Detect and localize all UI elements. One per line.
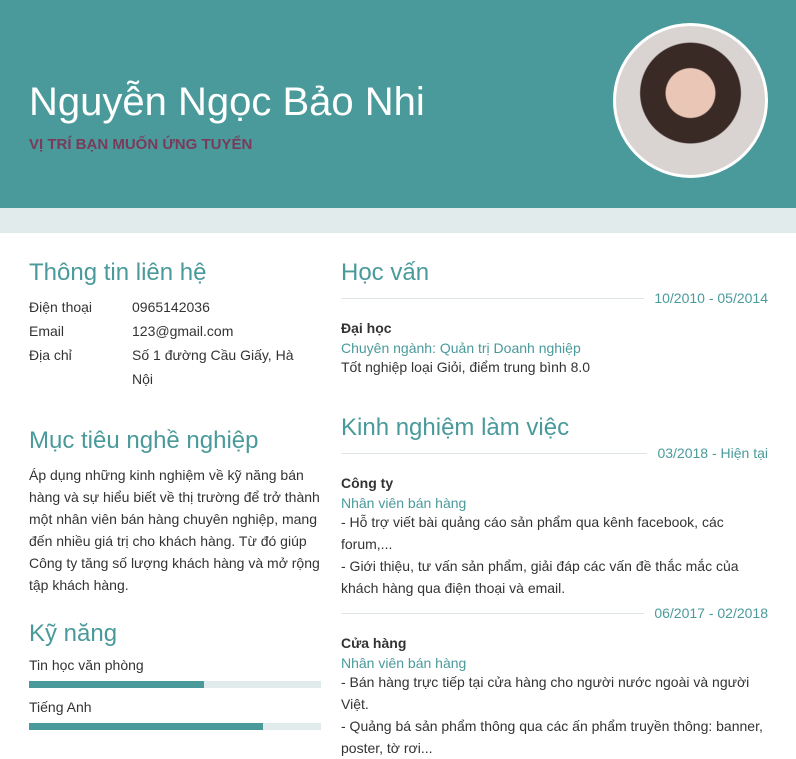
- objective-title: Mục tiêu nghề nghiệp: [29, 427, 259, 454]
- skill-name: Tin học văn phòng: [29, 657, 144, 673]
- candidate-name: Nguyễn Ngọc Bảo Nhi: [29, 80, 425, 124]
- duty: - Quảng bá sản phẩm thông qua các ấn phẩ…: [341, 718, 763, 756]
- date-row: 03/2018 - Hiện tại: [341, 445, 768, 461]
- date-row: 10/2010 - 05/2014: [341, 290, 768, 306]
- company: Công ty: [341, 475, 394, 491]
- contact-title: Thông tin liên hệ: [29, 259, 207, 286]
- duty: - Giới thiệu, tư vấn sản phẩm, giải đáp …: [341, 558, 739, 596]
- label: Điện thoại: [29, 299, 93, 315]
- contact-phone: Điện thoại 0965142036: [29, 295, 321, 319]
- contact-address: Địa chỉ Số 1 đường Cầu Giấy, Hà Nội: [29, 343, 321, 391]
- date: 03/2018 - Hiện tại: [657, 445, 768, 461]
- contact-email: Email 123@gmail.com: [29, 319, 321, 343]
- school: Đại học: [341, 320, 392, 336]
- company: Cửa hàng: [341, 635, 407, 651]
- skill-name: Tiếng Anh: [29, 699, 92, 715]
- date: 10/2010 - 05/2014: [654, 290, 768, 306]
- date-row: 06/2017 - 02/2018: [341, 605, 768, 621]
- value: 0965142036: [132, 299, 210, 315]
- skills-list: Tin học văn phòng Tiếng Anh: [29, 657, 321, 741]
- experience-title: Kinh nghiệm làm việc: [341, 414, 570, 441]
- major: Chuyên ngành: Quản trị Doanh nghiệp: [341, 340, 581, 356]
- education-detail: Tốt nghiệp loại Giỏi, điểm trung bình 8.…: [341, 359, 591, 375]
- duty: - Bán hàng trực tiếp tại cửa hàng cho ng…: [341, 674, 750, 712]
- skill-bar: [29, 681, 321, 688]
- label: Địa chỉ: [29, 347, 72, 363]
- duty: - Hỗ trợ viết bài quảng cáo sản phẩm qua…: [341, 514, 724, 552]
- skills-title: Kỹ năng: [29, 620, 118, 647]
- value: Số 1 đường Cầu Giấy, Hà Nội: [132, 347, 294, 387]
- value: 123@gmail.com: [132, 323, 234, 339]
- skill-bar-fill: [29, 681, 205, 688]
- experience-list: 03/2018 - Hiện tại Công ty Nhân viên bán…: [341, 445, 768, 759]
- role: Nhân viên bán hàng: [341, 495, 467, 511]
- objective-text: Áp dụng những kinh nghiệm về kỹ năng bán…: [29, 467, 320, 593]
- role: Nhân viên bán hàng: [341, 655, 467, 671]
- avatar: [613, 23, 768, 178]
- label: Email: [29, 323, 65, 339]
- header: Nguyễn Ngọc Bảo Nhi VỊ TRÍ BẠN MUỐN ỨNG …: [0, 0, 796, 208]
- header-divider: [0, 208, 796, 233]
- date: 06/2017 - 02/2018: [654, 605, 768, 621]
- contact-list: Điện thoại 0965142036 Email 123@gmail.com …: [29, 295, 321, 391]
- skill-bar: [29, 723, 321, 730]
- desired-position: VỊ TRÍ BẠN MUỐN ỨNG TUYỂN: [29, 136, 253, 153]
- skill-bar-fill: [29, 723, 263, 730]
- education-entry: 10/2010 - 05/2014 Đại học Chuyên ngành: …: [341, 290, 768, 378]
- education-title: Học vấn: [341, 259, 430, 286]
